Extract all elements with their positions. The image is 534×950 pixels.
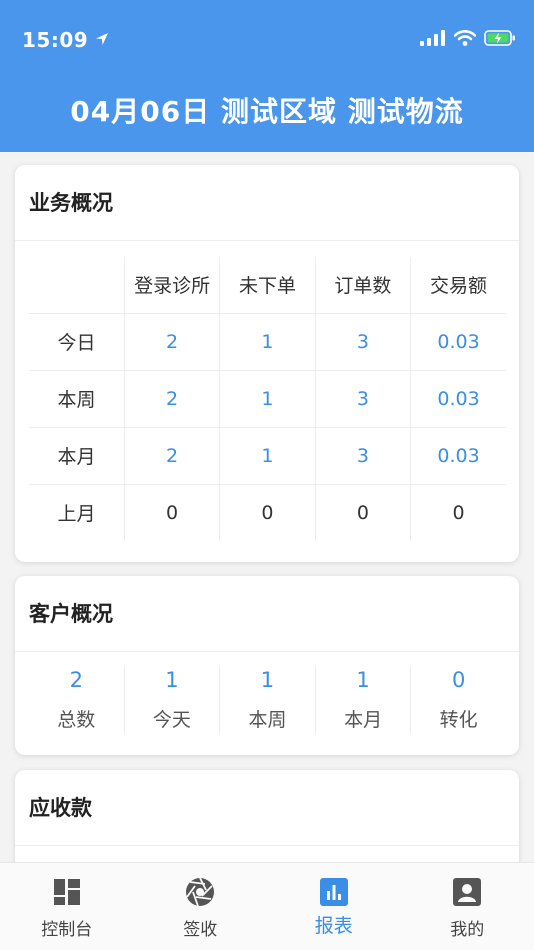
customer-stat-total[interactable]: 2 总数 — [29, 666, 125, 734]
customer-stat-week[interactable]: 1 本周 — [220, 666, 316, 734]
status-time-group: 15:09 — [22, 28, 110, 52]
table-cell[interactable]: 2 — [124, 427, 221, 485]
tab-label: 我的 — [450, 920, 485, 940]
receivables-title: 应收款 — [15, 770, 519, 846]
status-bar: 15:09 — [0, 0, 534, 80]
customer-stat-today[interactable]: 1 今天 — [125, 666, 221, 734]
customer-overview-card: 客户概况 2 总数 1 今天 1 本周 1 本月 0 转化 — [15, 576, 519, 755]
status-icons — [420, 30, 516, 50]
table-cell[interactable]: 0.03 — [410, 370, 506, 428]
row-label: 本月 — [29, 427, 125, 485]
table-cell[interactable]: 2 — [124, 313, 221, 371]
battery-icon — [484, 30, 516, 50]
wifi-icon — [453, 30, 477, 50]
stat-label: 今天 — [152, 709, 191, 731]
stat-value: 2 — [69, 668, 83, 692]
table-cell: 0 — [124, 484, 221, 541]
column-header: 订单数 — [315, 257, 412, 314]
table-cell[interactable]: 1 — [219, 370, 316, 428]
tab-sign[interactable]: 签收 — [134, 863, 268, 950]
customer-stat-month[interactable]: 1 本月 — [316, 666, 412, 734]
tab-mine[interactable]: 我的 — [401, 863, 534, 950]
table-corner — [29, 257, 125, 314]
stat-label: 本周 — [248, 709, 287, 731]
page-title: 04月06日 测试区域 测试物流 — [70, 95, 464, 128]
row-label: 上月 — [29, 484, 125, 541]
table-cell[interactable]: 3 — [315, 427, 412, 485]
table-row: 本周 2 1 3 0.03 — [29, 370, 506, 428]
status-time: 15:09 — [22, 28, 89, 52]
column-header: 登录诊所 — [124, 257, 221, 314]
row-label: 本周 — [29, 370, 125, 428]
column-header: 交易额 — [410, 257, 506, 314]
table-cell[interactable]: 1 — [219, 427, 316, 485]
stat-value: 1 — [165, 668, 179, 692]
aperture-icon — [185, 877, 215, 907]
table-cell[interactable]: 3 — [315, 370, 412, 428]
customer-stats: 2 总数 1 今天 1 本周 1 本月 0 转化 — [29, 666, 506, 734]
table-cell[interactable]: 3 — [315, 313, 412, 371]
table-cell[interactable]: 0.03 — [410, 313, 506, 371]
business-overview-card: 业务概况 登录诊所 未下单 订单数 交易额 今日 2 1 3 0.03 本周 2… — [15, 165, 519, 562]
table-row: 今日 2 1 3 0.03 — [29, 313, 506, 371]
bottom-tab-bar: 控制台 签收 报表 我的 — [0, 862, 534, 950]
stat-label: 本月 — [344, 709, 383, 731]
table-row: 上月 0 0 0 0 — [29, 484, 506, 541]
table-cell[interactable]: 0.03 — [410, 427, 506, 485]
stat-value: 0 — [451, 668, 466, 692]
person-icon — [452, 877, 482, 907]
stat-label: 转化 — [439, 709, 478, 731]
business-overview-title: 业务概况 — [15, 165, 519, 241]
column-header: 未下单 — [219, 257, 316, 314]
dashboard-icon — [52, 877, 82, 907]
table-header-row: 登录诊所 未下单 订单数 交易额 — [29, 257, 506, 314]
table-cell: 0 — [219, 484, 316, 541]
table-cell: 0 — [315, 484, 412, 541]
table-cell: 0 — [452, 501, 465, 524]
tab-label: 控制台 — [41, 920, 93, 940]
app-header: 15:09 04月06日 测试区域 测试物流 — [0, 0, 534, 152]
tab-label: 报表 — [314, 915, 353, 937]
tab-label: 签收 — [183, 920, 218, 940]
location-arrow-icon — [94, 28, 110, 52]
signal-icon — [420, 30, 446, 50]
tab-report[interactable]: 报表 — [267, 863, 401, 950]
stat-value: 1 — [260, 668, 275, 692]
stat-label: 总数 — [57, 709, 96, 731]
table-cell[interactable]: 1 — [219, 313, 316, 371]
stat-value: 1 — [356, 668, 370, 692]
table-row: 本月 2 1 3 0.03 — [29, 427, 506, 485]
customer-overview-title: 客户概况 — [15, 576, 519, 652]
bar-chart-icon — [319, 877, 349, 907]
customer-stat-conversion[interactable]: 0 转化 — [411, 666, 506, 734]
business-table: 登录诊所 未下单 订单数 交易额 今日 2 1 3 0.03 本周 2 1 3 … — [29, 257, 506, 541]
tab-dashboard[interactable]: 控制台 — [0, 863, 134, 950]
table-cell[interactable]: 2 — [124, 370, 221, 428]
row-label: 今日 — [29, 313, 125, 371]
